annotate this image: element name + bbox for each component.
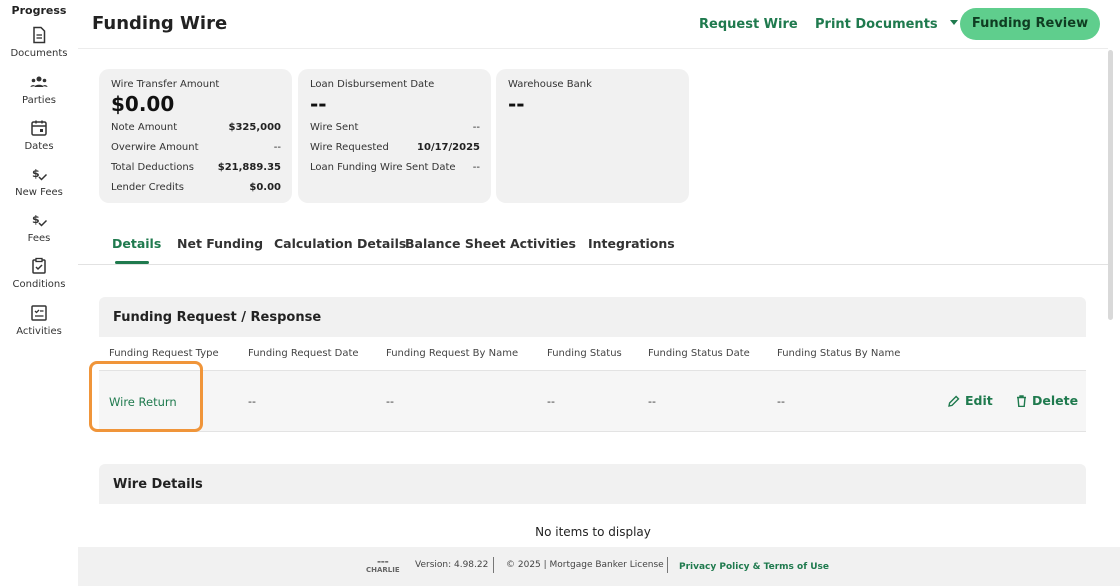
- sidebar-item-label: Activities: [16, 326, 62, 337]
- svg-text:$: $: [32, 167, 40, 180]
- page-title: Funding Wire: [92, 13, 228, 34]
- dollar-check-icon: $: [32, 167, 48, 181]
- clipboard-check-icon: [32, 257, 46, 274]
- edit-label: Edit: [965, 393, 993, 408]
- card-label: Wire Transfer Amount: [111, 79, 220, 90]
- sidebar-item-conditions[interactable]: Conditions: [0, 257, 78, 290]
- wire-transfer-card: Wire Transfer Amount $0.00 Note Amount $3…: [99, 69, 292, 203]
- table-cell: --: [648, 395, 656, 408]
- pencil-icon: [948, 395, 960, 407]
- privacy-policy-link[interactable]: Privacy Policy & Terms of Use: [679, 562, 829, 572]
- disbursement-date-value: --: [310, 92, 327, 116]
- sidebar-item-label: New Fees: [15, 187, 63, 198]
- people-icon: [30, 76, 48, 87]
- warehouse-bank-card: Warehouse Bank --: [496, 69, 689, 203]
- trash-icon: [1017, 395, 1026, 408]
- dollar-check-icon: $: [32, 213, 48, 227]
- sidebar-item-parties[interactable]: Parties: [0, 73, 78, 106]
- delete-button[interactable]: Delete: [1016, 393, 1078, 408]
- wire-transfer-amount: $0.00: [111, 92, 175, 116]
- card-label: Loan Disbursement Date: [310, 79, 435, 90]
- sidebar-item-progress[interactable]: Progress: [0, 4, 78, 17]
- print-documents-label: Print Documents: [815, 17, 938, 32]
- request-wire-button[interactable]: Request Wire: [699, 17, 798, 32]
- highlight-box: [89, 361, 203, 432]
- active-tab-indicator: [115, 261, 149, 264]
- section-title: Wire Details: [113, 477, 203, 492]
- tab-bar: Details Net Funding Calculation Details …: [78, 230, 1108, 265]
- card-row: Note Amount $325,000: [111, 122, 281, 133]
- card-row: Overwire Amount --: [111, 142, 281, 153]
- funding-request-section-header: Funding Request / Response: [99, 297, 1086, 337]
- table-cell: --: [386, 395, 394, 408]
- divider: [667, 557, 668, 573]
- card-row: Lender Credits $0.00: [111, 182, 281, 193]
- table-cell: --: [547, 395, 555, 408]
- svg-text:$: $: [32, 213, 40, 226]
- sidebar-item-fees[interactable]: $ Fees: [0, 211, 78, 244]
- funding-review-button[interactable]: Funding Review: [960, 8, 1100, 40]
- empty-state-message: No items to display: [535, 525, 651, 539]
- tab-net-funding[interactable]: Net Funding: [177, 236, 263, 251]
- sidebar-item-dates[interactable]: Dates: [0, 119, 78, 152]
- checklist-icon: [31, 305, 47, 321]
- card-row: Loan Funding Wire Sent Date --: [310, 162, 480, 173]
- footer: ▬▬▬ CHARLIE Version: 4.98.22 © 2025 | Mo…: [78, 547, 1120, 586]
- card-row: Total Deductions $21,889.35: [111, 162, 281, 173]
- main-panel: Funding Wire Request Wire Print Document…: [78, 0, 1120, 586]
- copyright-text: © 2025 | Mortgage Banker License: [506, 560, 664, 570]
- tab-calculation-details[interactable]: Calculation Details: [274, 236, 406, 251]
- card-row: Wire Sent --: [310, 122, 480, 133]
- card-row: Wire Requested 10/17/2025: [310, 142, 480, 153]
- sidebar-item-label: Dates: [24, 141, 54, 152]
- version-text: Version: 4.98.22: [415, 560, 489, 570]
- print-documents-dropdown[interactable]: Print Documents: [815, 17, 959, 32]
- sidebar-item-label: Fees: [27, 233, 51, 244]
- caret-down-icon: [950, 20, 959, 25]
- sidebar-item-activities[interactable]: Activities: [0, 304, 78, 337]
- column-header: Funding Request Date: [248, 348, 359, 359]
- column-header: Funding Request Type: [109, 348, 219, 359]
- column-header: Funding Status: [547, 348, 622, 359]
- calendar-icon: [31, 120, 47, 136]
- scrollbar[interactable]: [1108, 50, 1113, 320]
- sidebar-item-label: Conditions: [12, 279, 66, 290]
- warehouse-bank-value: --: [508, 92, 525, 116]
- tab-integrations[interactable]: Integrations: [588, 236, 675, 251]
- table-cell: --: [777, 395, 785, 408]
- sidebar-item-documents[interactable]: Documents: [0, 26, 78, 59]
- sidebar-item-label: Documents: [10, 48, 68, 59]
- section-title: Funding Request / Response: [113, 310, 322, 325]
- column-header: Funding Status By Name: [777, 348, 901, 359]
- sidebar-item-label: Parties: [22, 95, 56, 106]
- divider: [493, 557, 494, 573]
- loan-disbursement-card: Loan Disbursement Date -- Wire Sent -- Wi…: [298, 69, 491, 203]
- column-header: Funding Request By Name: [386, 348, 519, 359]
- document-icon: [33, 26, 46, 44]
- sidebar: Progress Documents Parties Dates $ New F…: [0, 0, 78, 586]
- sidebar-item-new-fees[interactable]: $ New Fees: [0, 165, 78, 198]
- wire-details-section-header: Wire Details: [99, 464, 1086, 504]
- card-label: Warehouse Bank: [508, 79, 592, 90]
- top-bar: Funding Wire Request Wire Print Document…: [78, 0, 1108, 49]
- delete-label: Delete: [1032, 393, 1079, 408]
- charlie-logo: ▬▬▬ CHARLIE: [366, 559, 400, 574]
- table-cell: --: [248, 395, 256, 408]
- edit-button[interactable]: Edit: [948, 393, 993, 408]
- tab-details[interactable]: Details: [112, 236, 161, 251]
- tab-activities[interactable]: Activities: [510, 236, 576, 251]
- tab-balance-sheet[interactable]: Balance Sheet: [405, 236, 506, 251]
- column-header: Funding Status Date: [648, 348, 750, 359]
